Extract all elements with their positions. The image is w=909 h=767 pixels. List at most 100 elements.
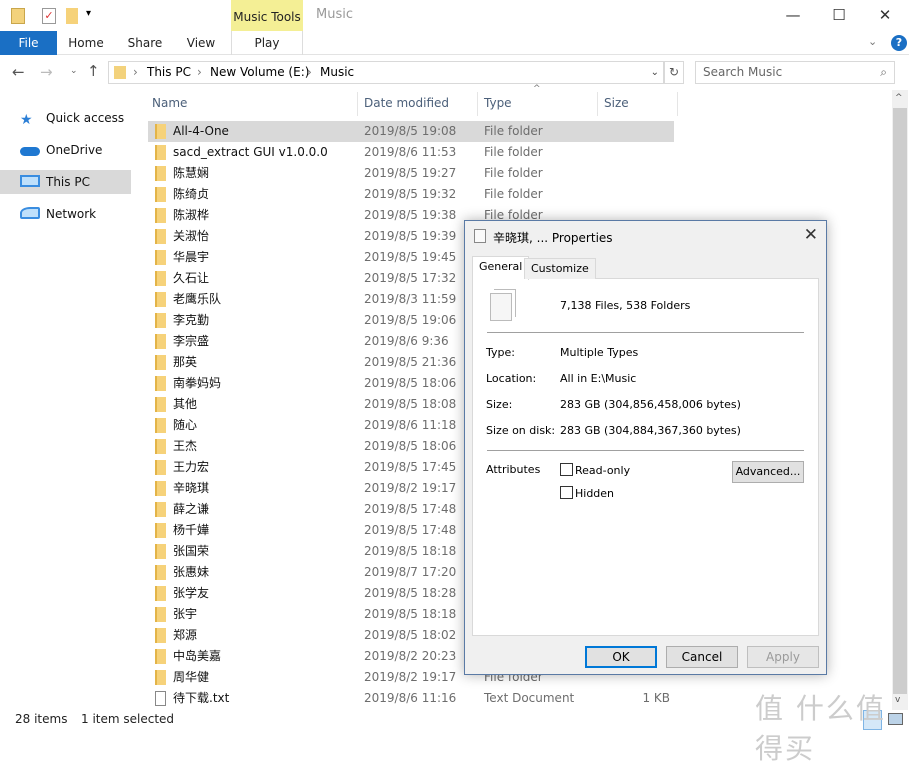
tab-view[interactable]: View bbox=[178, 31, 224, 55]
file-row[interactable]: 陈绮贞 2019/8/5 19:32 File folder bbox=[148, 184, 674, 205]
folder-icon bbox=[11, 8, 25, 24]
ok-button[interactable]: OK bbox=[585, 646, 657, 668]
column-header-date[interactable]: Date modified bbox=[364, 92, 449, 114]
sidebar-item-this-pc[interactable]: This PC bbox=[0, 170, 131, 194]
file-name: 待下载.txt bbox=[173, 691, 230, 705]
recent-locations-icon[interactable]: ⌄ bbox=[70, 66, 78, 76]
folder-icon bbox=[155, 229, 166, 244]
search-input[interactable]: Search Music ⌕ bbox=[695, 61, 895, 84]
readonly-label[interactable]: Read-only bbox=[575, 464, 630, 477]
folder-icon bbox=[155, 670, 166, 685]
file-type: File folder bbox=[484, 187, 543, 201]
up-icon[interactable]: ↑ bbox=[87, 62, 100, 80]
column-header-size[interactable]: Size bbox=[604, 92, 629, 114]
file-date: 2019/8/5 18:02 bbox=[364, 628, 457, 642]
file-name: 张国荣 bbox=[173, 544, 210, 558]
file-date: 2019/8/5 18:18 bbox=[364, 607, 457, 621]
folder-icon bbox=[155, 355, 166, 370]
folder-icon bbox=[155, 439, 166, 454]
size-on-disk-label: Size on disk: bbox=[486, 424, 556, 437]
customize-toolbar-icon[interactable]: ▾ bbox=[86, 8, 91, 19]
tab-share[interactable]: Share bbox=[120, 31, 170, 55]
file-row[interactable]: 陈慧娴 2019/8/5 19:27 File folder bbox=[148, 163, 674, 184]
folder-icon bbox=[155, 460, 166, 475]
search-placeholder: Search Music bbox=[703, 65, 783, 79]
readonly-checkbox[interactable] bbox=[560, 463, 573, 476]
folder-icon bbox=[114, 66, 126, 79]
sidebar-item-label: This PC bbox=[46, 175, 90, 189]
file-size: 1 KB bbox=[642, 691, 670, 705]
dialog-title: 辛晓琪, ... Properties bbox=[493, 231, 613, 245]
file-date: 2019/8/6 11:53 bbox=[364, 145, 457, 159]
properties-dialog: 辛晓琪, ... Properties ✕ General Customize … bbox=[464, 220, 827, 675]
file-name: 华晨宇 bbox=[173, 250, 210, 264]
column-divider[interactable] bbox=[357, 92, 358, 116]
file-row[interactable]: All-4-One 2019/8/5 19:08 File folder bbox=[148, 121, 674, 142]
help-icon[interactable]: ? bbox=[891, 35, 907, 51]
back-icon[interactable]: ← bbox=[12, 63, 25, 81]
tab-customize[interactable]: Customize bbox=[524, 258, 596, 279]
sidebar-item-quick-access[interactable]: ★ Quick access bbox=[0, 106, 131, 130]
file-name: 老鹰乐队 bbox=[173, 292, 222, 306]
expand-ribbon-icon[interactable]: ⌄ bbox=[868, 35, 877, 48]
file-date: 2019/8/5 18:06 bbox=[364, 439, 457, 453]
file-date: 2019/8/6 11:18 bbox=[364, 418, 457, 432]
file-date: 2019/8/5 17:48 bbox=[364, 523, 457, 537]
breadcrumb-this-pc[interactable]: This PC bbox=[147, 62, 191, 83]
search-icon: ⌕ bbox=[880, 65, 887, 79]
minimize-button[interactable]: — bbox=[770, 0, 816, 31]
folder-icon bbox=[155, 208, 166, 223]
file-date: 2019/8/5 19:45 bbox=[364, 250, 457, 264]
breadcrumb-music[interactable]: Music bbox=[320, 62, 354, 83]
sidebar-item-network[interactable]: Network bbox=[0, 202, 131, 226]
breadcrumb-new-volume[interactable]: New Volume (E:) bbox=[210, 62, 309, 83]
type-value: Multiple Types bbox=[560, 346, 639, 359]
file-name: 那英 bbox=[173, 355, 198, 369]
scrollbar-thumb[interactable] bbox=[893, 108, 907, 694]
file-row[interactable]: sacd_extract GUI v1.0.0.0 2019/8/6 11:53… bbox=[148, 142, 674, 163]
folder-icon bbox=[155, 313, 166, 328]
close-button[interactable]: ✕ bbox=[862, 0, 908, 31]
sidebar-item-onedrive[interactable]: OneDrive bbox=[0, 138, 131, 162]
file-date: 2019/8/6 11:16 bbox=[364, 691, 457, 705]
apply-button[interactable]: Apply bbox=[747, 646, 819, 668]
column-divider[interactable] bbox=[677, 92, 678, 116]
column-header-type[interactable]: Type bbox=[484, 92, 512, 114]
column-header-name[interactable]: Name bbox=[152, 92, 187, 114]
advanced-button[interactable]: Advanced... bbox=[732, 461, 804, 483]
column-divider[interactable] bbox=[477, 92, 478, 116]
file-date: 2019/8/2 20:23 bbox=[364, 649, 457, 663]
maximize-button[interactable]: ☐ bbox=[816, 0, 862, 31]
file-row[interactable]: 待下载.txt 2019/8/6 11:16 Text Document 1 K… bbox=[148, 688, 674, 709]
file-date: 2019/8/2 19:17 bbox=[364, 670, 457, 684]
tab-play[interactable]: Play bbox=[231, 31, 303, 55]
file-date: 2019/8/5 19:32 bbox=[364, 187, 457, 201]
properties-icon[interactable]: ✓ bbox=[42, 8, 56, 24]
folder-icon bbox=[155, 250, 166, 265]
dialog-close-button[interactable]: ✕ bbox=[804, 225, 818, 245]
tab-file[interactable]: File bbox=[0, 31, 57, 55]
tab-home[interactable]: Home bbox=[60, 31, 112, 55]
address-bar[interactable]: › This PC › New Volume (E:) › Music ⌄ bbox=[108, 61, 664, 84]
folder-icon bbox=[155, 586, 166, 601]
hidden-label[interactable]: Hidden bbox=[575, 487, 614, 500]
refresh-icon[interactable]: ↻ bbox=[664, 61, 684, 84]
file-name: 王力宏 bbox=[173, 460, 210, 474]
new-folder-icon[interactable] bbox=[66, 8, 78, 24]
file-name: 薛之谦 bbox=[173, 502, 210, 516]
file-date: 2019/8/5 19:39 bbox=[364, 229, 457, 243]
address-dropdown-icon[interactable]: ⌄ bbox=[651, 62, 659, 83]
column-divider[interactable] bbox=[597, 92, 598, 116]
folder-icon bbox=[155, 565, 166, 580]
file-type: File folder bbox=[484, 166, 543, 180]
file-name: sacd_extract GUI v1.0.0.0 bbox=[173, 145, 328, 159]
divider bbox=[487, 332, 804, 333]
cancel-button[interactable]: Cancel bbox=[666, 646, 738, 668]
file-name: 李克勤 bbox=[173, 313, 210, 327]
scroll-up-icon[interactable]: ^ bbox=[895, 93, 903, 103]
folder-icon bbox=[155, 124, 166, 139]
forward-icon[interactable]: → bbox=[40, 63, 53, 81]
tab-general[interactable]: General bbox=[472, 256, 530, 280]
watermark: 值 什么值得买 bbox=[755, 692, 886, 765]
hidden-checkbox[interactable] bbox=[560, 486, 573, 499]
